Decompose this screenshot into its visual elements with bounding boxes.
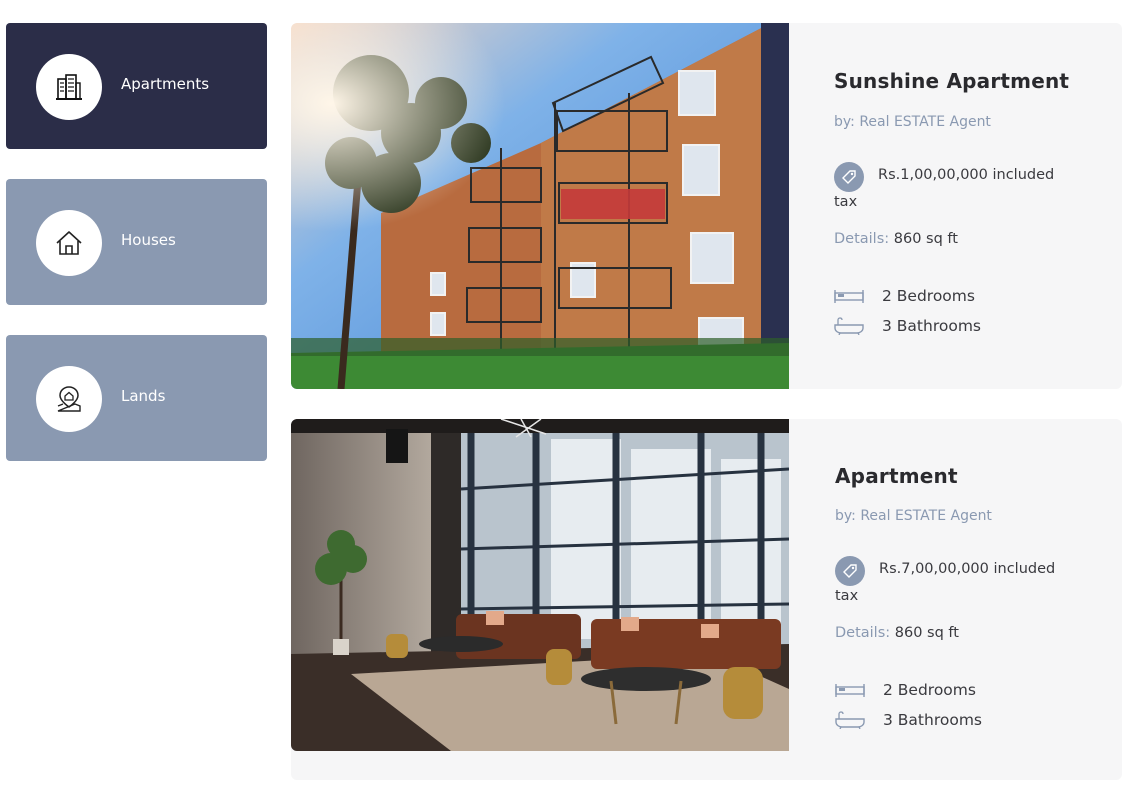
category-label: Houses [121,231,176,249]
category-apartments[interactable]: Apartments [6,23,267,149]
details-value: 860 sq ft [894,625,959,641]
bedrooms-label: 2 Bedrooms [883,681,976,699]
category-icon-circle [36,54,102,120]
category-icon-circle [36,210,102,276]
house-icon [56,231,82,255]
listing-photo[interactable] [291,419,789,751]
bed-icon [835,684,865,697]
listing-card[interactable]: Sunshine Apartment by: Real ESTATE Agent… [291,23,1122,389]
bathrooms-label: 3 Bathrooms [883,711,982,729]
category-icon-circle [36,366,102,432]
building-icon [56,74,82,100]
listing-details: Details: 860 sq ft [834,231,958,247]
category-label: Lands [121,387,166,405]
listing-details: Details: 860 sq ft [835,625,959,641]
price-tag-icon [835,556,865,586]
listing-title[interactable]: Apartment [835,464,958,488]
bathrooms-label: 3 Bathrooms [882,317,981,335]
price-row: Rs.1,00,00,000 included tax [834,162,1074,216]
category-label: Apartments [121,75,210,93]
listing-price: Rs.1,00,00,000 included tax [834,167,1055,210]
category-lands[interactable]: Lands [6,335,267,461]
listing-title[interactable]: Sunshine Apartment [834,69,1069,93]
category-houses[interactable]: Houses [6,179,267,305]
apartment-building-exterior-photo [291,23,789,389]
listing-agent[interactable]: by: Real ESTATE Agent [834,114,991,130]
bathrooms-feature: 3 Bathrooms [834,317,981,335]
land-pin-icon [57,386,81,412]
apartment-lounge-interior-photo [291,419,789,751]
bathrooms-feature: 3 Bathrooms [835,711,982,729]
bedrooms-feature: 2 Bedrooms [835,681,976,699]
price-tag-icon [834,162,864,192]
bedrooms-label: 2 Bedrooms [882,287,975,305]
price-row: Rs.7,00,00,000 included tax [835,556,1075,610]
listing-photo[interactable] [291,23,789,389]
details-label: Details: [835,625,891,641]
listing-price: Rs.7,00,00,000 included tax [835,561,1056,604]
bed-icon [834,290,864,303]
page: Apartments Houses Lands Sunshine Apartme… [0,0,1125,787]
bedrooms-feature: 2 Bedrooms [834,287,975,305]
details-label: Details: [834,231,890,247]
listing-agent[interactable]: by: Real ESTATE Agent [835,508,992,524]
bathtub-icon [834,317,864,335]
listing-card[interactable]: Apartment by: Real ESTATE Agent Rs.7,00,… [291,419,1122,780]
bathtub-icon [835,711,865,729]
details-value: 860 sq ft [893,231,958,247]
